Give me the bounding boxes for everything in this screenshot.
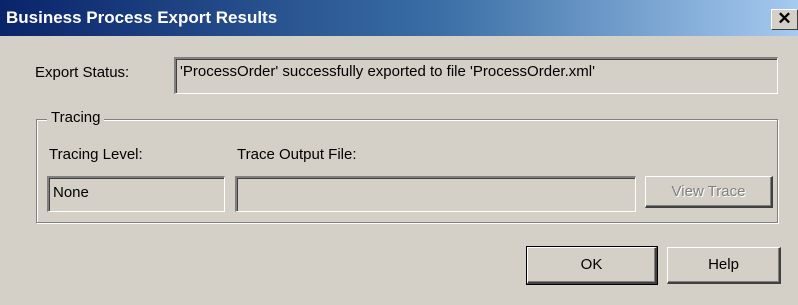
help-button[interactable]: Help [667, 247, 781, 284]
export-status-field: 'ProcessOrder' successfully exported to … [174, 57, 778, 94]
title-bar[interactable]: Business Process Export Results ✕ [0, 0, 798, 36]
tracing-level-label: Tracing Level: [49, 146, 143, 163]
close-icon[interactable]: ✕ [771, 9, 798, 30]
view-trace-button[interactable]: View Trace [645, 176, 773, 208]
tracing-group-label: Tracing [47, 109, 105, 126]
export-status-label: Export Status: [35, 64, 130, 81]
tracing-level-field: None [47, 176, 225, 212]
ok-button[interactable]: OK [526, 246, 658, 285]
window-title: Business Process Export Results [6, 8, 278, 27]
export-results-dialog: Business Process Export Results ✕ Export… [0, 0, 798, 305]
trace-output-label: Trace Output File: [237, 146, 357, 163]
trace-output-field [235, 176, 636, 212]
